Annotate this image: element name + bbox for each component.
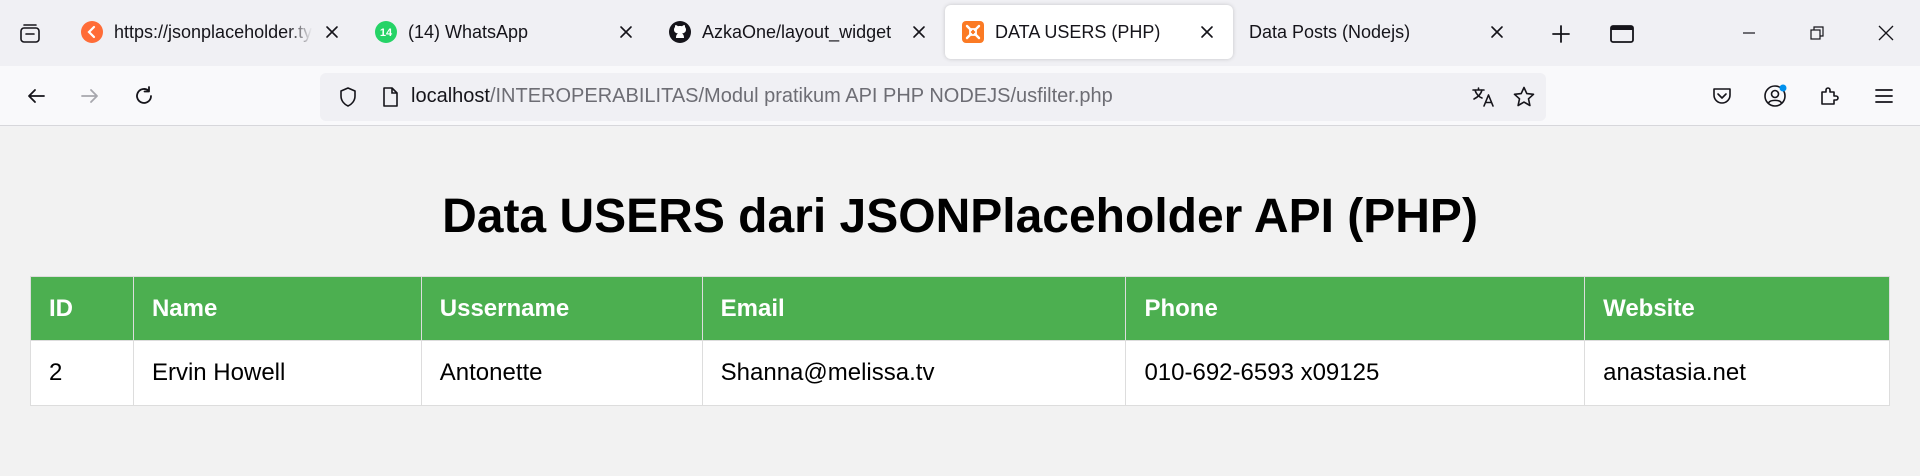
close-tab-icon[interactable]: [1483, 18, 1511, 46]
account-button[interactable]: [1758, 78, 1794, 114]
bookmark-star-icon[interactable]: [1506, 79, 1542, 115]
pocket-icon: [1713, 88, 1731, 104]
pocket-button[interactable]: [1704, 78, 1740, 114]
arrow-left-icon: [28, 89, 45, 103]
tab-strip: https://jsonplaceholder.typicode.com/use…: [0, 0, 1920, 66]
tab-data-posts-nodejs[interactable]: Data Posts (Nodejs): [1233, 5, 1523, 59]
forward-button[interactable]: [72, 78, 108, 114]
column-header-id: ID: [30, 276, 134, 341]
minimize-icon: [1743, 32, 1755, 34]
close-tab-icon[interactable]: [1193, 18, 1221, 46]
close-tab-icon[interactable]: [905, 18, 933, 46]
plus-icon: [1552, 25, 1570, 43]
reload-icon: [136, 86, 152, 104]
column-header-name: Name: [132, 276, 422, 341]
table-row: 2 Ervin Howell Antonette Shanna@melissa.…: [30, 340, 1890, 406]
cell-username: Antonette: [420, 340, 703, 406]
tab-list-icon: [20, 24, 40, 43]
url-path: /INTEROPERABILITAS/Modul pratikum API PH…: [489, 85, 1113, 107]
minimize-button[interactable]: [1722, 12, 1776, 54]
tab-data-users-php[interactable]: DATA USERS (PHP): [945, 5, 1233, 59]
whatsapp-icon: 14: [374, 20, 398, 44]
tab-jsonplaceholder[interactable]: https://jsonplaceholder.typicode.com/use…: [64, 5, 358, 59]
url-text[interactable]: localhost/INTEROPERABILITAS/Modul pratik…: [411, 85, 1113, 108]
sidebar-toggle-button[interactable]: [1604, 16, 1640, 52]
page-info-icon[interactable]: [372, 79, 408, 115]
cell-phone: 010-692-6593 x09125: [1125, 340, 1586, 406]
tab-github[interactable]: AzkaOne/layout_widget: [652, 5, 945, 59]
tab-title: DATA USERS (PHP): [995, 21, 1161, 42]
github-icon: [668, 20, 692, 44]
puzzle-icon: [1821, 87, 1839, 105]
xampp-icon: [961, 20, 985, 44]
close-window-button[interactable]: [1859, 12, 1913, 54]
tab-title: https://jsonplaceholder.typicode.com/use…: [114, 21, 312, 42]
window-panel-icon: [1610, 25, 1634, 43]
page-content: Data USERS dari JSONPlaceholder API (PHP…: [0, 127, 1920, 476]
reload-button[interactable]: [126, 78, 162, 114]
shield-icon[interactable]: [330, 79, 366, 115]
cell-email: Shanna@melissa.tv: [701, 340, 1127, 406]
restore-icon: [1810, 26, 1824, 40]
url-host: localhost: [411, 85, 490, 107]
cell-website: anastasia.net: [1584, 340, 1890, 406]
list-all-tabs-button[interactable]: [12, 16, 48, 50]
navigation-toolbar: localhost/INTEROPERABILITAS/Modul pratik…: [0, 66, 1920, 126]
close-tab-icon[interactable]: [612, 18, 640, 46]
cell-name: Ervin Howell: [132, 340, 422, 406]
tab-title: Data Posts (Nodejs): [1249, 21, 1411, 42]
hamburger-menu-icon: [1875, 89, 1893, 103]
column-header-username: Ussername: [420, 276, 703, 341]
postman-icon: [80, 20, 104, 44]
column-header-phone: Phone: [1125, 276, 1586, 341]
translate-icon[interactable]: [1466, 79, 1502, 115]
column-header-email: Email: [701, 276, 1127, 341]
menu-button[interactable]: [1866, 78, 1902, 114]
back-button[interactable]: [18, 78, 54, 114]
tab-title: AzkaOne/layout_widget: [702, 21, 892, 42]
page-title: Data USERS dari JSONPlaceholder API (PHP…: [442, 190, 1478, 243]
new-tab-button[interactable]: [1543, 16, 1579, 52]
tab-whatsapp[interactable]: 14 (14) WhatsApp: [358, 5, 652, 59]
arrow-right-icon: [81, 89, 98, 103]
users-table: ID Name Ussername Email Phone Website 2 …: [30, 276, 1890, 406]
extensions-button[interactable]: [1812, 78, 1848, 114]
svg-text:14: 14: [380, 27, 393, 39]
tab-title: (14) WhatsApp: [408, 21, 529, 42]
column-header-website: Website: [1584, 276, 1890, 341]
close-icon: [1878, 25, 1894, 41]
address-bar[interactable]: localhost/INTEROPERABILITAS/Modul pratik…: [320, 73, 1546, 121]
restore-button[interactable]: [1790, 12, 1844, 54]
close-tab-icon[interactable]: [318, 18, 346, 46]
table-header-row: ID Name Ussername Email Phone Website: [30, 276, 1890, 341]
tab-list: https://jsonplaceholder.typicode.com/use…: [64, 5, 1523, 59]
account-icon: [1764, 84, 1787, 107]
cell-id: 2: [30, 340, 134, 406]
